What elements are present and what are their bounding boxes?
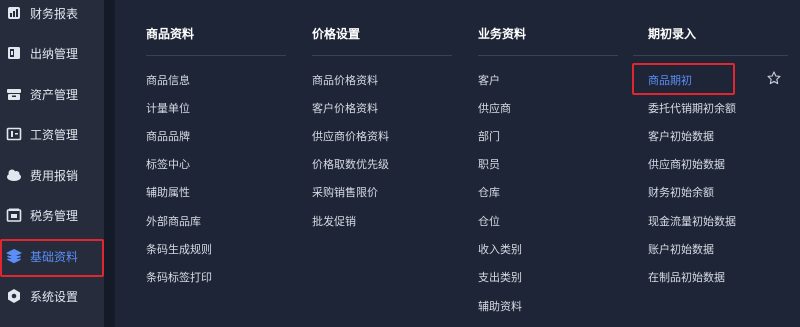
menu-link[interactable]: 客户 — [478, 72, 500, 88]
sidebar-item-label: 财务报表 — [30, 6, 79, 21]
menu-link[interactable]: 财务初始余额 — [648, 184, 714, 200]
menu-link[interactable]: 客户价格资料 — [312, 100, 378, 116]
sidebar-item-label: 工资管理 — [30, 127, 79, 142]
sidebar-item-label: 资产管理 — [30, 87, 79, 102]
menu-link[interactable]: 价格取数优先级 — [312, 156, 389, 172]
column-divider — [312, 55, 452, 56]
menu-link[interactable]: 客户初始数据 — [648, 128, 714, 144]
menu-link[interactable]: 供应商初始数据 — [648, 156, 725, 172]
column-divider — [633, 55, 788, 56]
asset-icon — [6, 86, 22, 102]
sidebar-item-settings[interactable]: 系统设置 — [0, 276, 104, 316]
menu-link[interactable]: 职员 — [478, 156, 500, 172]
menu-link[interactable]: 条码标签打印 — [146, 269, 212, 285]
menu-link[interactable]: 供应商价格资料 — [312, 128, 389, 144]
menu-link[interactable]: 辅助属性 — [146, 184, 190, 200]
settings-icon — [6, 288, 22, 304]
expense-icon — [6, 167, 22, 183]
menu-link[interactable]: 仓位 — [478, 213, 500, 229]
sidebar-item-label: 系统设置 — [30, 289, 79, 304]
sidebar-item-payroll[interactable]: 工资管理 — [0, 114, 104, 154]
tax-icon — [6, 207, 22, 223]
column-title-business-data: 业务资料 — [478, 27, 527, 41]
sidebar-item-basic-data[interactable]: 基础资料 — [0, 236, 104, 276]
menu-panel: 商品资料 商品信息 计量单位 商品品牌 标签中心 辅助属性 外部商品库 条码生成… — [115, 0, 800, 327]
sidebar: 财务报表 出纳管理 资产管理 工资管理 费用报销 税务管理 基础资料 系统设置 — [0, 0, 104, 327]
sidebar-item-label: 税务管理 — [30, 208, 79, 223]
menu-link[interactable]: 在制品初始数据 — [648, 269, 725, 285]
column-title-product-data: 商品资料 — [146, 27, 195, 41]
menu-link[interactable]: 辅助资料 — [478, 298, 522, 314]
column-divider — [478, 55, 618, 56]
menu-link[interactable]: 收入类别 — [478, 241, 522, 257]
menu-link[interactable]: 委托代销期初余额 — [648, 100, 736, 116]
star-icon[interactable] — [767, 71, 781, 85]
sidebar-item-tax[interactable]: 税务管理 — [0, 195, 104, 235]
menu-link[interactable]: 批发促销 — [312, 213, 356, 229]
column-title-opening-entry: 期初录入 — [648, 27, 697, 41]
menu-link[interactable]: 标签中心 — [146, 156, 190, 172]
cashier-icon — [6, 45, 22, 61]
sidebar-item-cashier[interactable]: 出纳管理 — [0, 33, 104, 73]
column-title-price-settings: 价格设置 — [312, 27, 361, 41]
sidebar-item-assets[interactable]: 资产管理 — [0, 74, 104, 114]
menu-link[interactable]: 部门 — [478, 128, 500, 144]
menu-link[interactable]: 账户初始数据 — [648, 241, 714, 257]
menu-link[interactable]: 商品价格资料 — [312, 72, 378, 88]
sidebar-item-label: 出纳管理 — [30, 46, 79, 61]
payroll-icon — [6, 126, 22, 142]
menu-link[interactable]: 现金流量初始数据 — [648, 213, 736, 229]
sidebar-item-expenses[interactable]: 费用报销 — [0, 155, 104, 195]
menu-link[interactable]: 支出类别 — [478, 269, 522, 285]
menu-link[interactable]: 仓库 — [478, 184, 500, 200]
menu-link[interactable]: 外部商品库 — [146, 213, 201, 229]
menu-link[interactable]: 计量单位 — [146, 100, 190, 116]
menu-link[interactable]: 采购销售限价 — [312, 184, 378, 200]
menu-link[interactable]: 条码生成规则 — [146, 241, 212, 257]
menu-link-active[interactable]: 商品期初 — [648, 72, 692, 88]
layers-icon — [6, 248, 22, 264]
sidebar-item-financial-reports[interactable]: 财务报表 — [0, 0, 104, 33]
menu-link[interactable]: 商品品牌 — [146, 128, 190, 144]
report-icon — [6, 5, 22, 21]
menu-link[interactable]: 供应商 — [478, 100, 511, 116]
menu-link[interactable]: 商品信息 — [146, 72, 190, 88]
sidebar-item-label: 费用报销 — [30, 168, 79, 183]
column-divider — [146, 55, 286, 56]
panel-divider — [104, 0, 115, 327]
sidebar-item-label: 基础资料 — [30, 249, 79, 264]
